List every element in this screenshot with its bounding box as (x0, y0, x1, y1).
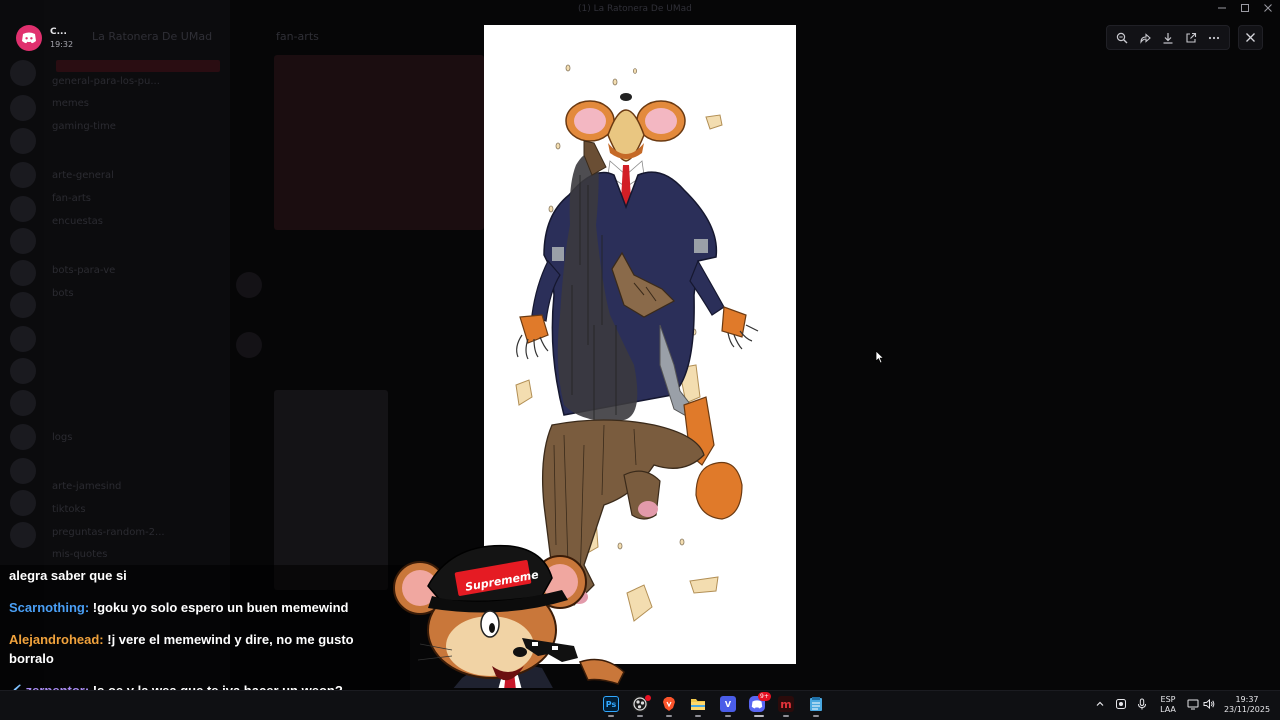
channel-item[interactable]: preguntas-random-2... (52, 527, 165, 539)
language-top: ESP (1160, 695, 1176, 704)
channel-title: fan-arts (276, 30, 319, 43)
notification-name: C... (50, 27, 67, 37)
close-icon (1246, 33, 1255, 42)
channel-item[interactable]: bots-para-ve (52, 265, 115, 277)
channel-item[interactable]: memes (52, 98, 89, 110)
image-viewer-toolbar (1106, 25, 1230, 50)
notification-time: 19:32 (50, 40, 74, 49)
recording-badge (645, 695, 651, 701)
volume-icon[interactable] (1202, 697, 1216, 711)
photoshop-icon[interactable]: Ps (603, 696, 619, 712)
running-indicator (608, 715, 614, 717)
chat-message-text: alegra saber que si (9, 568, 127, 583)
channel-item[interactable]: encuestas (52, 216, 103, 228)
app-tray-icon[interactable] (1114, 697, 1128, 711)
chat-message-text: !goku yo solo espero un buen memewind (89, 600, 349, 615)
notification-badge: 9+ (758, 692, 771, 701)
close-icon[interactable] (1260, 3, 1276, 17)
desktop-screen: general-para-los-pu... memes gaming-time… (0, 0, 1280, 720)
server-icon[interactable] (10, 128, 36, 154)
server-icon[interactable] (10, 490, 36, 516)
server-icon[interactable] (10, 162, 36, 188)
running-indicator (725, 715, 731, 717)
clock-time: 19:37 (1235, 695, 1259, 704)
notepad-icon[interactable] (808, 696, 824, 712)
running-indicator (754, 715, 764, 717)
microphone-icon[interactable] (1135, 697, 1149, 711)
brave-icon[interactable] (661, 696, 677, 712)
clock-date: 23/11/2025 (1223, 705, 1271, 714)
message-image[interactable] (274, 55, 484, 230)
server-icon[interactable] (10, 292, 36, 318)
server-icon[interactable] (10, 60, 36, 86)
vegas-icon[interactable]: V (720, 696, 736, 712)
minimize-icon[interactable] (1214, 3, 1230, 17)
language-indicator[interactable]: ESP LAA (1156, 695, 1180, 715)
window-title: (1) La Ratonera De UMad (578, 4, 692, 14)
channel-item[interactable]: gaming-time (52, 121, 116, 133)
channel-item[interactable]: bots (52, 288, 74, 300)
mouse-cursor-icon (875, 349, 885, 368)
channel-item[interactable]: tiktoks (52, 504, 86, 516)
server-icon[interactable] (10, 424, 36, 450)
server-icon[interactable] (10, 390, 36, 416)
channel-item[interactable]: arte-general (52, 170, 114, 182)
channel-item[interactable]: general-para-los-pu... (52, 76, 160, 88)
event-banner[interactable] (56, 60, 220, 72)
forward-icon[interactable] (1136, 29, 1154, 47)
running-indicator (783, 715, 789, 717)
viewer-close-button[interactable] (1238, 25, 1263, 50)
server-icon[interactable] (10, 358, 36, 384)
chat-message: Alejandrohead: !j vere el memewind y dir… (9, 630, 399, 668)
server-icon[interactable] (10, 326, 36, 352)
running-indicator (813, 715, 819, 717)
folder-icon[interactable] (690, 696, 706, 712)
running-indicator (695, 715, 701, 717)
channel-item[interactable]: logs (52, 432, 72, 444)
message-image[interactable] (274, 390, 388, 590)
more-icon[interactable] (1205, 29, 1223, 47)
server-icon[interactable] (10, 458, 36, 484)
avatar[interactable] (236, 272, 262, 298)
chevron-up-icon[interactable] (1093, 697, 1107, 711)
channel-item[interactable]: mis-quotes (52, 549, 107, 561)
discord-icon[interactable] (16, 25, 42, 51)
app-m-icon[interactable]: m (778, 696, 794, 712)
chat-username: Alejandrohead: (9, 632, 104, 647)
zoom-icon[interactable] (1113, 29, 1131, 47)
server-name[interactable]: La Ratonera De UMad (92, 30, 212, 43)
server-icon[interactable] (10, 228, 36, 254)
channel-item[interactable]: fan-arts (52, 193, 91, 205)
running-indicator (637, 715, 643, 717)
clock[interactable]: 19:37 23/11/2025 (1222, 695, 1272, 715)
chat-username: Scarnothing: (9, 600, 90, 615)
channel-item[interactable]: arte-jamesind (52, 481, 121, 493)
external-link-icon[interactable] (1182, 29, 1200, 47)
server-icon[interactable] (10, 196, 36, 222)
language-bottom: LAA (1160, 705, 1176, 714)
maximize-icon[interactable] (1237, 3, 1253, 17)
avatar[interactable] (236, 332, 262, 358)
server-icon[interactable] (10, 95, 36, 121)
mouse-mascot-icon: Suprememe (392, 538, 642, 690)
server-icon[interactable] (10, 522, 36, 548)
network-icon[interactable] (1186, 697, 1200, 711)
chat-message: alegra saber que si (9, 566, 399, 585)
download-icon[interactable] (1159, 29, 1177, 47)
chat-message: Scarnothing: !goku yo solo espero un bue… (9, 598, 399, 617)
running-indicator (666, 715, 672, 717)
server-icon[interactable] (10, 260, 36, 286)
